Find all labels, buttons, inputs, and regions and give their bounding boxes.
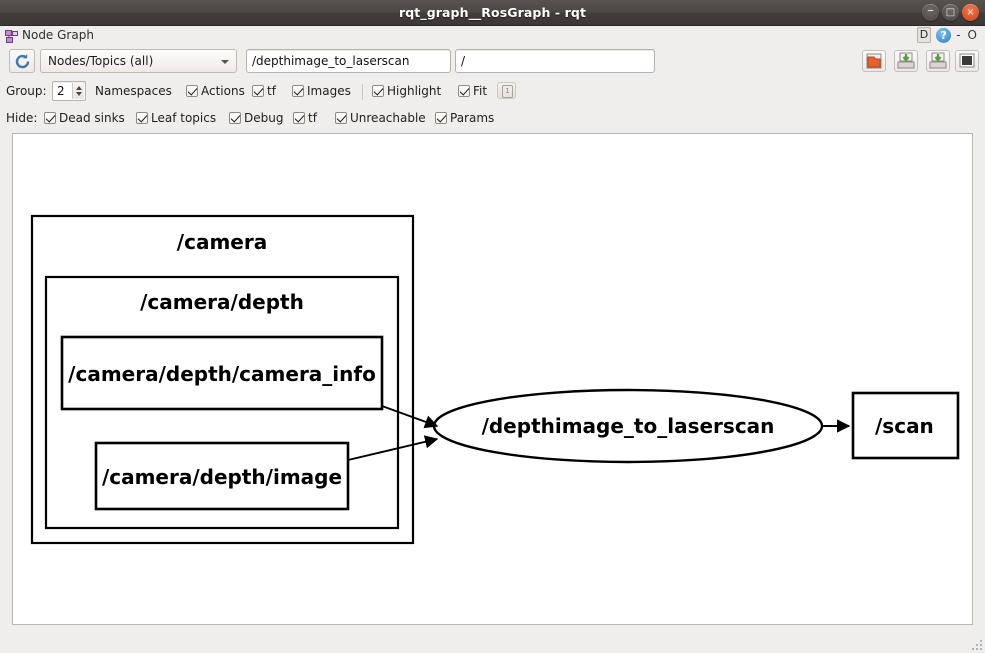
node-camera-info[interactable]: /camera/depth/camera_info <box>60 335 384 411</box>
namespaces-label: Namespaces <box>95 84 172 98</box>
hide-tf-checkbox[interactable]: tf <box>293 108 317 130</box>
images-label: Images <box>307 84 351 98</box>
refresh-icon <box>15 54 30 69</box>
hide-dead-sinks-box <box>44 112 56 124</box>
node-scan-label: /scan <box>875 414 934 438</box>
graph-type-value: Nodes/Topics (all) <box>48 54 154 68</box>
hide-leaf-topics-label: Leaf topics <box>151 111 217 125</box>
minimize-button[interactable]: – <box>922 4 939 21</box>
dock-minimize-button[interactable]: - <box>956 28 962 42</box>
graph-type-select[interactable]: Nodes/Topics (all) <box>40 49 237 73</box>
zoom-reset-button[interactable]: 1 <box>497 82 516 99</box>
dock-controls: D ? - O <box>916 27 979 43</box>
group-spinner-arrows[interactable] <box>72 83 84 99</box>
node-camera-info-label: /camera/depth/camera_info <box>68 362 376 386</box>
topic-filter-input[interactable]: / <box>455 49 655 73</box>
graph-toolbar: Nodes/Topics (all) /depthimage_to_lasers… <box>0 48 985 76</box>
hide-leaf-topics-checkbox[interactable]: Leaf topics <box>136 108 216 130</box>
open-folder-icon <box>866 53 882 69</box>
hide-dead-sinks-label: Dead sinks <box>59 111 125 125</box>
minimize-icon: – <box>927 3 934 18</box>
highlight-checkbox-box <box>372 85 384 97</box>
window-titlebar: rqt_graph__RosGraph - rqt – □ × <box>0 0 985 26</box>
close-icon: × <box>966 7 975 18</box>
edge-camera-info-to-node <box>381 405 439 429</box>
fit-view-icon <box>959 53 975 68</box>
fit-in-view-button[interactable] <box>955 50 979 72</box>
highlight-checkbox[interactable]: Highlight <box>372 81 441 103</box>
actions-checkbox-box <box>186 85 198 97</box>
highlight-label: Highlight <box>387 84 442 98</box>
hide-params-label: Params <box>450 111 495 125</box>
node-depthimage-to-laserscan-label: /depthimage_to_laserscan <box>482 414 775 438</box>
hide-tf-label: tf <box>308 111 317 125</box>
resize-grip[interactable] <box>969 637 982 650</box>
hide-dead-sinks-checkbox[interactable]: Dead sinks <box>44 108 125 130</box>
hide-label: Hide: <box>6 111 38 125</box>
dock-widget-titlebar: Node Graph D ? - O <box>0 26 985 46</box>
group-value: 2 <box>57 84 65 98</box>
hide-params-checkbox[interactable]: Params <box>435 108 494 130</box>
refresh-button[interactable] <box>9 49 35 73</box>
hide-unreachable-checkbox[interactable]: Unreachable <box>335 108 426 130</box>
cluster-camera-depth-label: /camera/depth <box>140 290 304 314</box>
tf-label: tf <box>267 84 276 98</box>
hide-filter-row: Hide: Dead sinks Leaf topics Debug tf Un… <box>0 108 985 130</box>
close-button[interactable]: × <box>962 4 979 21</box>
window-title: rqt_graph__RosGraph - rqt <box>398 5 587 20</box>
hide-leaf-topics-box <box>136 112 148 124</box>
maximize-icon: □ <box>945 7 956 18</box>
group-spinner[interactable]: 2 <box>52 81 86 101</box>
window-controls: – □ × <box>922 4 979 21</box>
ros-node-graph: /camera /camera/depth /camera/depth/came… <box>30 214 960 545</box>
dock-float-button[interactable]: D <box>916 27 932 43</box>
tf-checkbox-box <box>252 85 264 97</box>
save-image-button[interactable] <box>926 50 950 72</box>
edge-image-to-node <box>347 435 439 461</box>
save-image-icon <box>929 52 947 69</box>
load-dot-button[interactable] <box>862 50 886 72</box>
fit-checkbox-box <box>458 85 470 97</box>
node-scan[interactable]: /scan <box>851 391 960 460</box>
images-checkbox-box <box>292 85 304 97</box>
dock-title: Node Graph <box>22 28 94 42</box>
node-depthimage-to-laserscan[interactable]: /depthimage_to_laserscan <box>432 388 824 464</box>
node-image[interactable]: /camera/depth/image <box>94 441 350 511</box>
hide-tf-box <box>293 112 305 124</box>
save-dot-icon <box>897 52 915 69</box>
hide-debug-checkbox[interactable]: Debug <box>229 108 283 130</box>
help-icon[interactable]: ? <box>936 27 952 43</box>
hide-debug-box <box>229 112 241 124</box>
fit-checkbox[interactable]: Fit <box>458 81 487 103</box>
hide-params-box <box>435 112 447 124</box>
group-label: Group: <box>6 84 47 98</box>
node-graph-icon <box>5 30 18 43</box>
toolbar-separator <box>362 84 363 100</box>
chevron-down-icon <box>221 60 229 64</box>
dock-close-button[interactable]: O <box>968 28 979 42</box>
tf-checkbox[interactable]: tf <box>252 81 276 103</box>
hide-unreachable-label: Unreachable <box>350 111 426 125</box>
rqt-graph-window: rqt_graph__RosGraph - rqt – □ × Node Gra… <box>0 0 985 653</box>
hide-debug-label: Debug <box>244 111 284 125</box>
maximize-button[interactable]: □ <box>942 4 959 21</box>
node-image-label: /camera/depth/image <box>102 465 342 489</box>
zoom-reset-label: 1 <box>502 85 513 98</box>
node-filter-input[interactable]: /depthimage_to_laserscan <box>246 49 451 73</box>
cluster-camera-label: /camera <box>177 230 267 254</box>
fit-label: Fit <box>473 84 488 98</box>
images-checkbox[interactable]: Images <box>292 81 351 103</box>
hide-unreachable-box <box>335 112 347 124</box>
save-dot-button[interactable] <box>894 50 918 72</box>
group-filter-row: Group: 2 Namespaces Actions tf Images Hi… <box>0 81 985 103</box>
actions-label: Actions <box>201 84 245 98</box>
graph-canvas[interactable]: /camera /camera/depth /camera/depth/came… <box>12 133 973 625</box>
actions-checkbox[interactable]: Actions <box>186 81 245 103</box>
